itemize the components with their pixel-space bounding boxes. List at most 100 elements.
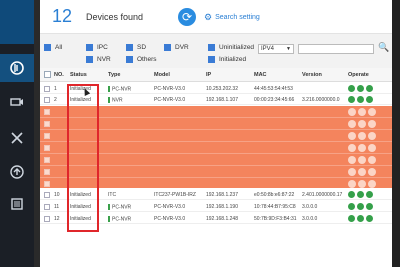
cell-ip: 192.168.1.248	[206, 216, 238, 222]
web-icon[interactable]	[358, 144, 366, 152]
window-edge	[392, 0, 400, 267]
status-column-highlight	[67, 84, 99, 232]
web-icon[interactable]	[358, 108, 366, 116]
filter-dvr[interactable]: DVR	[164, 44, 189, 51]
checkbox-icon	[208, 44, 215, 51]
row-checkbox[interactable]	[44, 203, 50, 210]
filter-uninitialized[interactable]: Uninitialized	[208, 44, 254, 51]
cell-type: ITC	[108, 192, 117, 198]
edit-icon[interactable]	[348, 203, 355, 210]
row-checkbox[interactable]	[44, 85, 50, 92]
row-checkbox[interactable]	[44, 121, 50, 127]
filter-label: DVR	[175, 44, 189, 51]
edit-icon[interactable]	[348, 96, 355, 103]
col-no: NO.	[54, 72, 64, 78]
web-icon[interactable]	[357, 191, 364, 198]
details-icon[interactable]	[366, 215, 373, 222]
web-icon[interactable]	[358, 120, 366, 128]
cell-no: 2	[54, 97, 57, 103]
row-checkbox[interactable]	[44, 157, 50, 163]
camera-icon[interactable]	[0, 88, 34, 116]
ip-version-value: IPV4	[261, 46, 275, 52]
filter-ipc[interactable]: IPC	[86, 44, 108, 51]
edit-icon[interactable]	[348, 85, 355, 92]
search-icon[interactable]: 🔍	[378, 42, 389, 53]
ip-version-select[interactable]: IPV4 ▼	[258, 44, 294, 54]
web-icon[interactable]	[357, 85, 364, 92]
details-icon[interactable]	[368, 120, 376, 128]
web-icon[interactable]	[358, 132, 366, 140]
cell-ip: 192.168.1.107	[206, 97, 238, 103]
filter-all[interactable]: All	[44, 44, 62, 51]
details-icon[interactable]	[366, 96, 373, 103]
web-icon[interactable]	[358, 156, 366, 164]
cell-version: 3.0.0.0	[302, 216, 318, 222]
filter-bar: All IPC SD DVR NVR Others Uninitialized	[40, 36, 392, 66]
web-icon[interactable]	[357, 96, 364, 103]
row-checkbox[interactable]	[44, 169, 50, 175]
row-checkbox[interactable]	[44, 145, 50, 151]
details-icon[interactable]	[366, 191, 373, 198]
details-icon[interactable]	[368, 108, 376, 116]
search-setting-link[interactable]: ⚙ Search setting	[204, 12, 260, 23]
row-checkbox[interactable]	[44, 215, 50, 222]
edit-icon[interactable]	[348, 108, 356, 116]
row-checkbox[interactable]	[44, 133, 50, 139]
details-icon[interactable]	[368, 180, 376, 188]
cell-model: ITC237-PW1B-IRZ	[154, 192, 196, 198]
cell-type-label: PC-NVR	[112, 216, 132, 223]
cell-type-label: PC-NVR	[112, 86, 132, 93]
row-checkbox[interactable]	[44, 109, 50, 115]
ip-search-input[interactable]	[298, 44, 374, 54]
logo-icon[interactable]	[0, 54, 34, 82]
filter-others[interactable]: Others	[126, 56, 157, 63]
row-checkbox[interactable]	[44, 96, 50, 103]
details-icon[interactable]	[368, 156, 376, 164]
cell-mac: 44:45:53:54:4f:53	[254, 86, 293, 92]
list-icon[interactable]	[0, 190, 34, 218]
details-icon[interactable]	[368, 132, 376, 140]
details-icon[interactable]	[368, 144, 376, 152]
row-operations	[348, 168, 376, 176]
filter-initialized[interactable]: Initialized	[208, 56, 246, 63]
edit-icon[interactable]	[348, 180, 356, 188]
refresh-button[interactable]: ⟳	[178, 8, 196, 26]
filter-sd[interactable]: SD	[126, 44, 146, 51]
app-logo-area	[0, 0, 34, 44]
details-icon[interactable]	[366, 203, 373, 210]
row-operations	[348, 156, 376, 164]
filter-label: Uninitialized	[219, 44, 255, 51]
details-icon[interactable]	[368, 168, 376, 176]
web-icon[interactable]	[358, 168, 366, 176]
web-icon[interactable]	[357, 215, 364, 222]
online-indicator	[108, 216, 110, 222]
cell-ip: 192.168.1.190	[206, 204, 238, 210]
select-all-checkbox[interactable]	[44, 71, 51, 78]
cell-model: PC-NVR-V3.0	[154, 204, 186, 210]
row-checkbox[interactable]	[44, 191, 50, 198]
cell-type: PC-NVR	[108, 204, 131, 210]
filter-label: SD	[137, 44, 147, 51]
web-icon[interactable]	[358, 180, 366, 188]
device-count: 12	[52, 6, 73, 26]
upload-icon[interactable]	[0, 158, 34, 186]
col-ip: IP	[206, 72, 212, 78]
edit-icon[interactable]	[348, 156, 356, 164]
cell-type-label: PC-NVR	[112, 204, 132, 211]
edit-icon[interactable]	[348, 144, 356, 152]
tools-icon[interactable]	[0, 124, 34, 152]
row-checkbox[interactable]	[44, 181, 50, 187]
chevron-down-icon: ▼	[286, 46, 291, 52]
cell-version: 2.401.0000000.17	[302, 192, 343, 198]
details-icon[interactable]	[366, 85, 373, 92]
edit-icon[interactable]	[348, 120, 356, 128]
edit-icon[interactable]	[348, 168, 356, 176]
col-status: Status	[70, 72, 87, 78]
edit-icon[interactable]	[348, 132, 356, 140]
online-indicator	[108, 86, 110, 92]
filter-nvr[interactable]: NVR	[86, 56, 111, 63]
edit-icon[interactable]	[348, 215, 355, 222]
web-icon[interactable]	[357, 203, 364, 210]
edit-icon[interactable]	[348, 191, 355, 198]
row-operations	[348, 96, 373, 103]
